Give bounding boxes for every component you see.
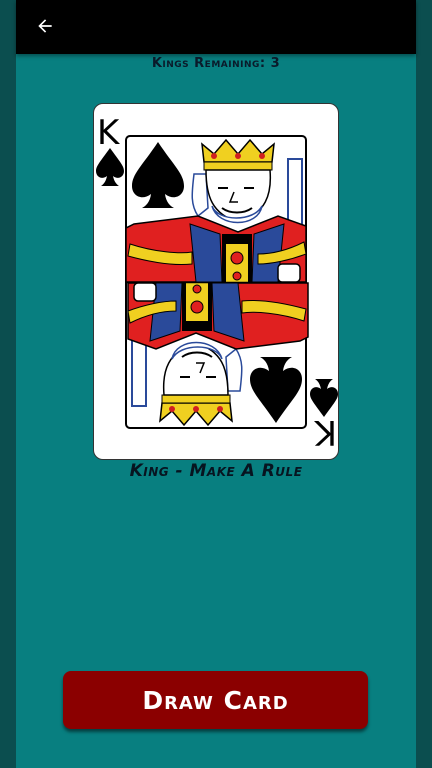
back-button[interactable] bbox=[30, 11, 60, 41]
draw-card-label: Draw Card bbox=[142, 685, 289, 715]
top-bar bbox=[16, 0, 416, 54]
kings-remaining-counter: Kings Remaining: 3 bbox=[151, 56, 281, 71]
card-rank-bottom: K bbox=[313, 412, 337, 452]
arrow-left-icon bbox=[38, 19, 52, 33]
king-of-spades-illustration: K K bbox=[96, 113, 338, 452]
playing-card: K K bbox=[93, 103, 339, 460]
card-rule-text: King - Make A Rule bbox=[129, 461, 303, 481]
draw-card-button[interactable]: Draw Card bbox=[63, 671, 368, 729]
card-rank-top: K bbox=[97, 113, 121, 153]
